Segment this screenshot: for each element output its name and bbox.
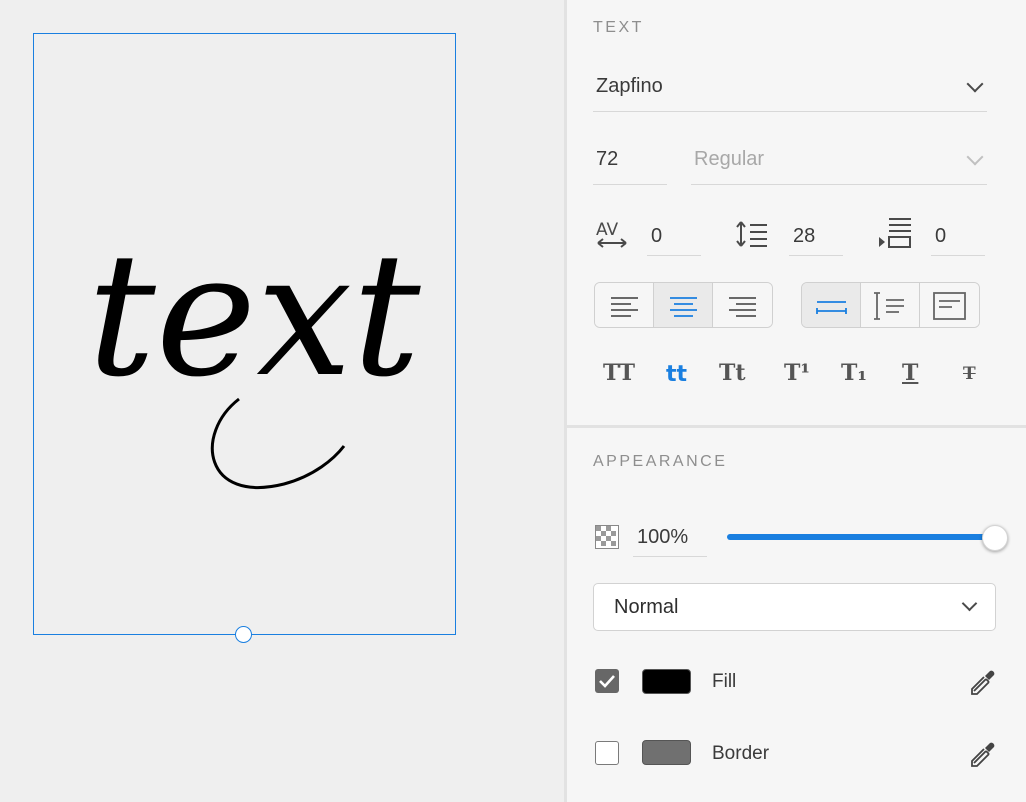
title-case-label: Tt — [719, 360, 746, 386]
text-frame[interactable]: text — [33, 33, 456, 635]
opacity-slider-track[interactable] — [727, 534, 997, 540]
border-color-swatch[interactable] — [642, 740, 691, 765]
opacity-checker-icon — [595, 525, 619, 554]
fixed-size-icon — [933, 292, 966, 320]
underline-label: T — [902, 360, 919, 386]
chevron-down-icon — [961, 595, 978, 612]
all-caps-button[interactable]: TT — [603, 360, 635, 386]
superscript-button[interactable]: T¹ — [784, 360, 810, 386]
auto-height-button[interactable] — [861, 283, 920, 327]
inspector-panel: TEXT Zapfino 72 Regular AV 0 28 0 TT tt … — [564, 0, 1026, 802]
char-spacing-value: 0 — [651, 225, 663, 247]
resize-handle[interactable] — [235, 626, 252, 643]
lowercase-label: tt — [666, 362, 688, 387]
blend-mode-value: Normal — [614, 596, 679, 618]
lowercase-button[interactable]: tt — [666, 362, 687, 387]
horizontal-alignment-group — [594, 282, 773, 328]
blend-mode-select[interactable]: Normal — [593, 583, 996, 631]
align-left-button[interactable] — [595, 283, 654, 327]
opacity-value: 100% — [637, 526, 689, 548]
line-spacing-field[interactable]: 28 — [789, 220, 843, 256]
canvas[interactable]: text — [0, 0, 564, 802]
auto-width-button[interactable] — [802, 283, 861, 327]
appearance-section-title: APPEARANCE — [593, 453, 728, 470]
svg-text:AV: AV — [596, 220, 619, 240]
font-family-value: Zapfino — [596, 75, 663, 97]
fill-checkbox[interactable] — [595, 669, 619, 693]
auto-width-icon — [816, 301, 847, 314]
subscript-label: T₁ — [841, 360, 868, 386]
fill-label: Fill — [712, 671, 737, 692]
fill-eyedropper-icon[interactable] — [969, 666, 999, 701]
char-spacing-field[interactable]: 0 — [647, 220, 701, 256]
strikethrough-button[interactable]: T — [963, 364, 976, 384]
align-right-icon — [729, 297, 756, 317]
line-spacing-value: 28 — [793, 225, 816, 247]
text-section-title: TEXT — [593, 19, 644, 36]
align-center-button[interactable] — [654, 283, 713, 327]
opacity-slider-knob[interactable] — [982, 525, 1008, 551]
opacity-field[interactable]: 100% — [633, 521, 707, 557]
paragraph-spacing-icon — [877, 216, 913, 255]
border-label: Border — [712, 743, 770, 764]
subscript-button[interactable]: T₁ — [841, 360, 867, 386]
fill-color-swatch[interactable] — [642, 669, 691, 694]
title-case-button[interactable]: Tt — [719, 360, 746, 386]
font-family-select[interactable]: Zapfino — [593, 75, 987, 112]
superscript-label: T¹ — [784, 360, 811, 386]
font-weight-value: Regular — [694, 148, 765, 170]
align-left-icon — [611, 297, 638, 317]
frame-text: text — [87, 217, 421, 489]
font-weight-select[interactable]: Regular — [691, 148, 987, 185]
all-caps-label: TT — [603, 360, 635, 386]
underline-button[interactable]: T — [902, 360, 918, 386]
paragraph-spacing-field[interactable]: 0 — [931, 220, 985, 256]
checkmark-icon — [599, 675, 615, 688]
align-center-icon — [670, 297, 697, 317]
chevron-down-icon — [966, 75, 984, 93]
font-size-field[interactable]: 72 — [593, 148, 667, 185]
text-box-type-group — [801, 282, 980, 328]
border-eyedropper-icon[interactable] — [969, 738, 999, 773]
auto-height-icon — [874, 292, 904, 320]
section-divider — [567, 425, 1026, 428]
chevron-down-icon — [966, 148, 984, 166]
align-right-button[interactable] — [713, 283, 772, 327]
char-spacing-icon: AV — [595, 218, 629, 255]
fixed-size-button[interactable] — [920, 283, 979, 327]
svg-text:text: text — [87, 217, 421, 415]
strikethrough-label: T — [963, 364, 976, 384]
paragraph-spacing-value: 0 — [935, 225, 947, 247]
line-spacing-icon — [735, 219, 769, 254]
border-checkbox[interactable] — [595, 741, 619, 765]
font-size-value: 72 — [596, 148, 619, 170]
